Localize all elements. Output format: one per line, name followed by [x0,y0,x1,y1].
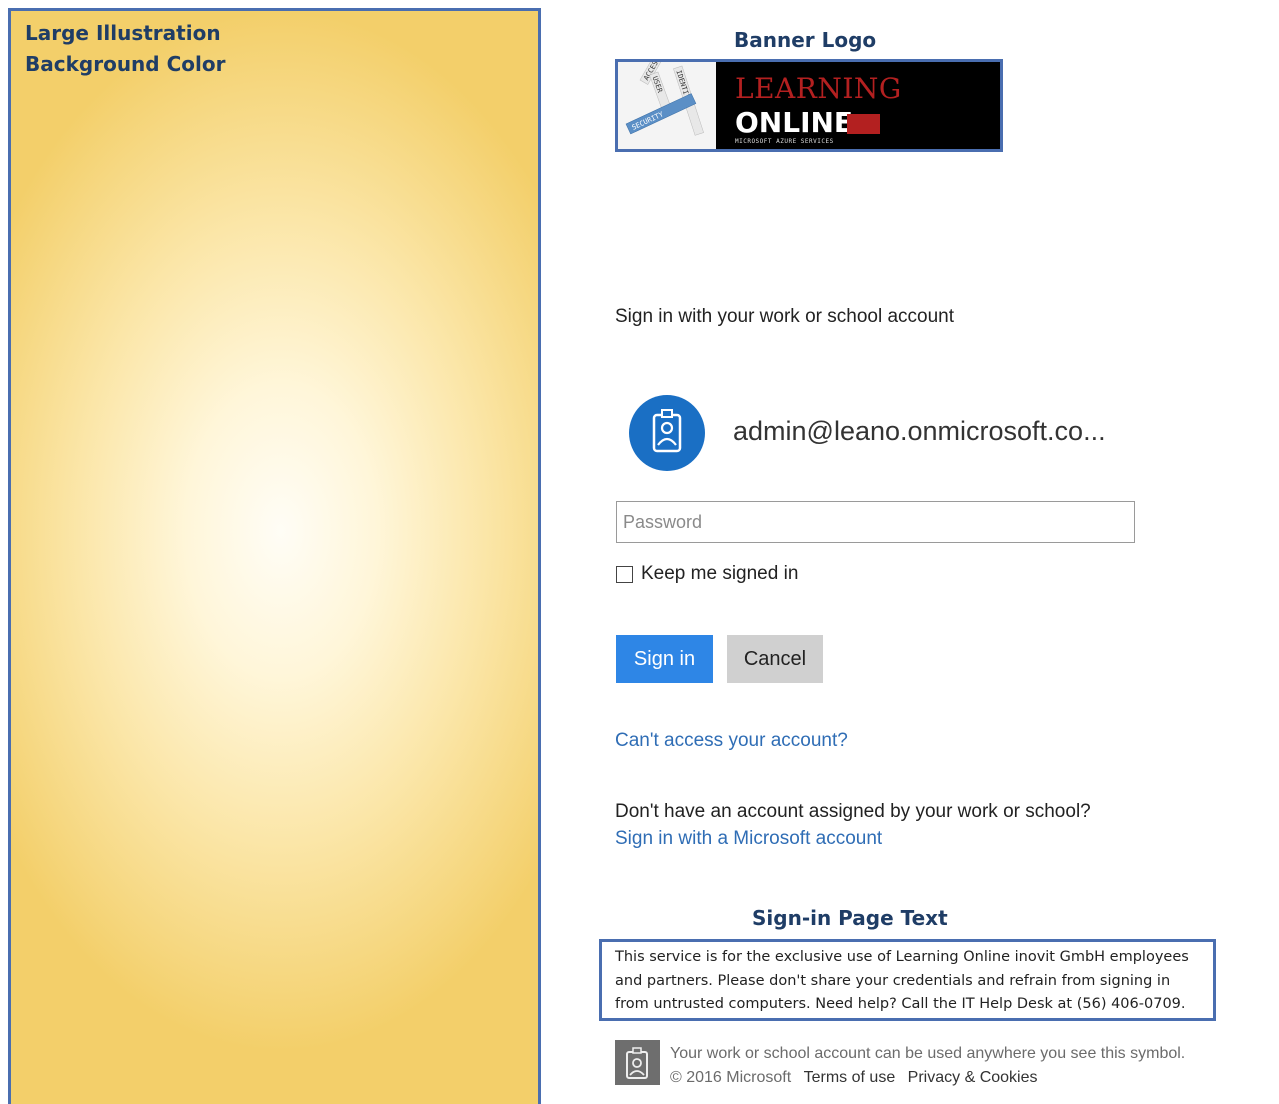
large-illustration-panel [8,8,541,1104]
microsoft-account-link[interactable]: Sign in with a Microsoft account [615,828,882,850]
footer-text: Your work or school account can be used … [670,1042,1190,1090]
keep-signed-in-row[interactable]: Keep me signed in [616,563,798,585]
cant-access-account-link[interactable]: Can't access your account? [615,730,848,752]
no-account-text: Don't have an account assigned by your w… [615,801,1091,822]
banner-logo-annotation-label: Banner Logo [734,28,877,52]
logo-red-block [847,114,880,134]
keep-signed-in-label[interactable]: Keep me signed in [641,563,798,585]
logo-crossword-art: ACCESS USER IDENTITY SECURITY [618,62,716,149]
logo-tagline: MICROSOFT AZURE SERVICES [735,138,834,145]
logo-art-word-2: USER [651,75,665,94]
sign-in-button[interactable]: Sign in [616,635,713,683]
account-name: admin@leano.onmicrosoft.co... [733,416,1106,446]
illustration-annotation-label: Large Illustration Background Color [25,18,225,80]
logo-word-learning: LEARNING [735,72,902,105]
account-badge-icon [615,1040,660,1085]
password-field[interactable] [616,501,1135,543]
cancel-button[interactable]: Cancel [727,635,823,683]
signin-heading: Sign in with your work or school account [615,306,954,327]
banner-logo: ACCESS USER IDENTITY SECURITY LEARNING O… [615,59,1003,152]
illustration-label-line1: Large Illustration [25,21,221,45]
logo-word-online: ONLINE [735,106,854,139]
terms-of-use-link[interactable]: Terms of use [804,1069,896,1086]
crossword-tiles-icon: ACCESS USER IDENTITY SECURITY [625,62,704,136]
illustration-label-line2: Background Color [25,52,226,76]
signin-page-text: This service is for the exclusive use of… [599,939,1216,1021]
keep-signed-in-checkbox[interactable] [616,565,633,583]
signin-page-text-annotation-label: Sign-in Page Text [752,906,948,930]
account-badge-glyph [615,1040,660,1085]
badge-user-icon [629,395,705,471]
badge-user-glyph [652,409,682,453]
privacy-cookies-link[interactable]: Privacy & Cookies [908,1069,1038,1086]
